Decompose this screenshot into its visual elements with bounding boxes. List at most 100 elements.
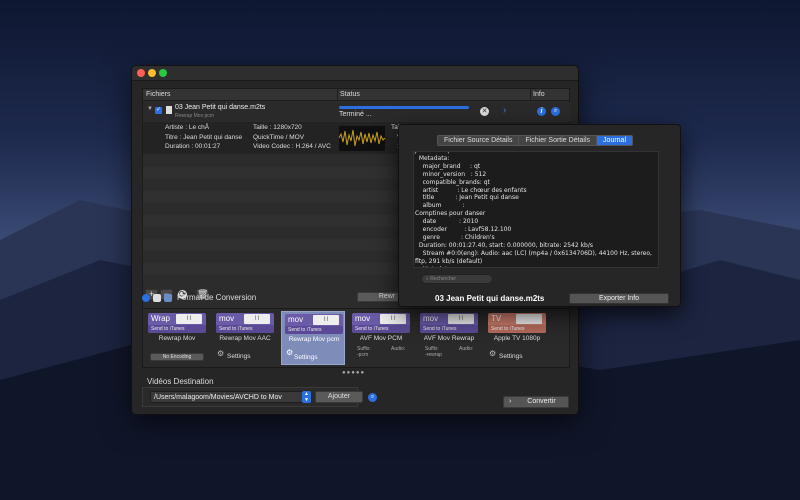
preset-tile: mov ⌇⌇ Send to iTunes [216,313,274,333]
preset-itunes-label: Send to iTunes [285,326,343,334]
format-search-icon[interactable] [142,294,150,302]
title-text: Titre : Jean Petit qui danse [165,134,243,141]
journal-log-text: Jean Petit qui danse.m2ts : Metadata: ma… [415,152,652,267]
preset-tile: TV Send to iTunes [488,313,546,333]
popover-file-name: 03 Jean Petit qui danse.m2ts [435,294,545,303]
format-badge-icon: ⌇⌇ [244,314,270,324]
preset-tile-label: mov [355,314,371,323]
preset-tile: mov ⌇⌇ Send to iTunes [420,313,478,333]
format-label: Format de Conversion [177,293,257,302]
minimize-window-button[interactable] [148,69,156,77]
suffix-label: Suffix: -pcm [357,346,371,358]
search-icon: ⌕ [426,276,429,282]
preset-itunes-label: Send to iTunes [488,325,546,333]
chevron-right-icon[interactable]: › [503,105,506,116]
preset-strip: Wrap ⌇⌇ Send to iTunes Rewrap Mov No Enc… [142,308,570,368]
gear-icon[interactable]: ⚙ [489,349,496,358]
settings-label[interactable]: Settings [499,353,523,360]
preset-itunes-label: Send to iTunes [420,325,478,333]
journal-search-input[interactable]: ⌕ Rechercher [421,274,493,284]
status-text: Terminé ... [339,111,372,118]
suffix-label: Suffix: -rewrap [425,346,442,358]
info-popover: Fichier Source Détails Fichier Sortie Dé… [398,124,681,307]
convert-button[interactable]: › Convertir [503,396,569,408]
codec-text: Video Codec : H.264 / AVC [253,143,331,150]
audio-waveform [339,126,385,151]
format-group-icon[interactable] [164,294,172,302]
preset-rewrap-mov-pcm[interactable]: mov ⌇⌇ Send to iTunes Rewrap Mov pcm ⚙ S… [281,311,345,365]
preset-itunes-label: Send to iTunes [216,325,274,333]
page-indicator[interactable]: ●●●●● [342,370,365,376]
format-badge-icon: ⌇⌇ [176,314,202,324]
preset-rewrap-mov[interactable]: Wrap ⌇⌇ Send to iTunes Rewrap Mov No Enc… [145,311,209,365]
column-info[interactable]: Info [533,91,545,98]
magnifier-icon[interactable]: ⌕ [551,107,560,116]
preset-apple-tv-1080p[interactable]: TV Send to iTunes Apple TV 1080p ⚙ Setti… [485,311,549,365]
audio-label: Audio: [459,346,474,352]
title-bar [132,66,578,81]
preset-itunes-label: Send to iTunes [148,325,206,333]
zoom-window-button[interactable] [159,69,167,77]
preset-tile-label: mov [219,314,235,323]
preset-itunes-label: Send to iTunes [352,325,410,333]
no-encoding-badge: No Encoding [150,353,204,361]
preset-name: Rewrap Mov pcm [288,336,340,343]
preset-name: Apple TV 1080p [493,335,541,342]
info-icon[interactable]: i [537,107,546,116]
duration-text: Duration : 00:01:27 [165,143,221,150]
settings-label[interactable]: Settings [294,354,318,361]
tab-output-details[interactable]: Fichier Sortie Détails [519,136,598,145]
column-status[interactable]: Status [340,91,360,98]
preset-tile: mov ⌇⌇ Send to iTunes [285,314,343,334]
path-select-arrows-icon[interactable]: ▲ ▼ [302,391,311,403]
ajouter-button[interactable]: Ajouter [315,391,363,403]
preset-name: Rewrap Mov AAC [219,335,271,342]
preset-avf-mov-pcm[interactable]: mov ⌇⌇ Send to iTunes AVF Mov PCM Suffix… [349,311,413,365]
file-checkbox[interactable]: ✓ [155,107,162,114]
preset-tile: Wrap ⌇⌇ Send to iTunes [148,313,206,333]
file-row[interactable]: ▼ ✓ 03 Jean Petit qui danse.m2ts Rewrap … [143,102,571,121]
artist-text: Artiste : Le chÅ [165,124,210,131]
preset-name: AVF Mov Rewrap [423,335,475,342]
audio-label: Audio: [391,346,406,352]
preset-name: Rewrap Mov [158,335,196,342]
preset-tile: mov ⌇⌇ Send to iTunes [352,313,410,333]
gear-icon[interactable]: ⚙ [217,349,224,358]
size-text: Taille : 1280x720 [253,124,302,131]
preset-name: AVF Mov PCM [359,335,403,342]
preset-rewrap-mov-aac[interactable]: mov ⌇⌇ Send to iTunes Rewrap Mov AAC ⚙ S… [213,311,277,365]
document-icon [166,106,172,114]
tab-source-details[interactable]: Fichier Source Détails [438,136,520,145]
destination-label: Vidéos Destination [147,377,214,386]
popover-tabs: Fichier Source Détails Fichier Sortie Dé… [437,135,634,146]
settings-label[interactable]: Settings [227,353,251,360]
destination-path-select[interactable]: /Users/malagoom/Movies/AVCHD to Mov [150,391,310,403]
column-header: Fichiers Status Info [143,89,569,101]
progress-bar [339,106,469,109]
convert-label: Convertir [527,398,556,405]
preset-tile-label: mov [423,314,439,323]
format-badge-icon: ⌇⌇ [313,315,339,325]
journal-log[interactable]: Jean Petit qui danse.m2ts : Metadata: ma… [413,151,659,268]
preset-tile-label: mov [288,315,304,324]
column-files[interactable]: Fichiers [146,91,171,98]
gear-icon[interactable]: ⚙ [286,348,293,357]
disclosure-triangle-icon[interactable]: ▼ [147,106,153,112]
search-placeholder: Rechercher [430,276,457,282]
container-text: QuickTime / MOV [253,134,305,141]
chevron-right-icon: › [509,398,512,405]
close-window-button[interactable] [137,69,145,77]
format-badge-icon [516,314,542,324]
preset-tile-label: TV [491,314,502,323]
file-preset-subtitle: Rewrap Mov pcm [175,113,214,119]
export-info-button[interactable]: Exporter Info [569,293,669,304]
format-badge-icon: ⌇⌇ [380,314,406,324]
tab-journal[interactable]: Journal [597,136,633,145]
cancel-icon[interactable]: ✕ [480,107,489,116]
format-info-icon[interactable] [153,294,161,302]
format-badge-icon: ⌇⌇ [448,314,474,324]
preset-avf-mov-rewrap[interactable]: mov ⌇⌇ Send to iTunes AVF Mov Rewrap Suf… [417,311,481,365]
preset-tile-label: Wrap [151,314,170,323]
file-name: 03 Jean Petit qui danse.m2ts [175,104,266,111]
destination-search-icon[interactable]: ⌕ [368,393,377,402]
